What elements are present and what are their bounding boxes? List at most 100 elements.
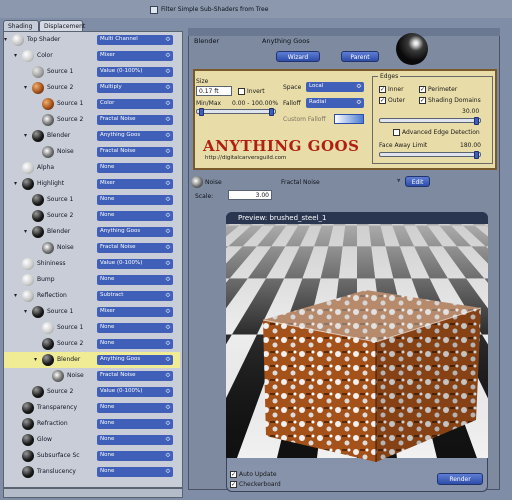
tree-row[interactable]: Noise Fractal Noise [4,240,180,256]
tree-row-shader-dropdown[interactable]: Fractal Noise [97,147,173,157]
inner-checkbox[interactable]: ✓ [379,86,386,93]
tree-row-shader-dropdown[interactable]: Mixer [97,179,173,189]
tree-row-shader-dropdown[interactable]: Value (0-100%) [97,387,173,397]
tree-row[interactable]: Noise Fractal Noise [4,368,180,384]
minmax-max-knob[interactable] [269,108,274,116]
tree-row-shader-dropdown[interactable]: Fractal Noise [97,115,173,125]
tree-row-shader-dropdown[interactable]: Mixer [97,307,173,317]
tree-row[interactable]: Source 2 None [4,208,180,224]
tree-row-shader-dropdown[interactable]: Mixer [97,51,173,61]
tree-row[interactable]: Noise Fractal Noise [4,144,180,160]
tree-row-label: Noise [67,372,84,379]
tree-row[interactable]: Source 2 Fractal Noise [4,112,180,128]
tree-row-shader-dropdown[interactable]: Fractal Noise [97,243,173,253]
tree-row-shader-dropdown[interactable]: Color [97,99,173,109]
tree-row-shader-dropdown[interactable]: Fractal Noise [97,371,173,381]
shader-ball-icon [22,466,34,478]
scale-field[interactable]: 3.00 [228,190,272,200]
filter-simple-checkbox[interactable] [150,6,158,14]
outer-checkbox[interactable]: ✓ [379,97,386,104]
anything-goos-banner: ANYTHING GOOS [203,137,360,155]
expand-toggle-icon[interactable]: ▾ [34,357,40,363]
tree-row[interactable]: ▾ Source 1 Mixer [4,304,180,320]
tree-row[interactable]: Source 1 Color [4,96,180,112]
custom-falloff-curve[interactable] [334,114,364,124]
wizard-button[interactable]: Wizard [276,51,320,62]
tree-row[interactable]: ▾ Top Shader Multi Channel [4,32,180,48]
expand-toggle-icon[interactable]: ▾ [4,37,10,43]
face-away-knob[interactable] [474,151,479,159]
tree-row-shader-dropdown[interactable]: None [97,211,173,221]
tree-row-shader-dropdown[interactable]: Value (0-100%) [97,67,173,77]
tree-row-shader-dropdown[interactable]: Anything Goos [97,355,173,365]
tree-horizontal-scrollbar[interactable] [3,488,183,498]
tree-row[interactable]: Source 1 Value (0-100%) [4,64,180,80]
edge-width-slider[interactable] [379,117,481,125]
expand-toggle-icon[interactable]: ▾ [14,53,20,59]
tree-row[interactable]: Bump None [4,272,180,288]
tree-row[interactable]: Source 1 None [4,192,180,208]
tree-row[interactable]: ▾ Blender Anything Goos [4,224,180,240]
shader-ball-icon [22,290,34,302]
tree-row[interactable]: Alpha None [4,160,180,176]
tree-row-shader-dropdown[interactable]: Anything Goos [97,227,173,237]
space-dropdown[interactable]: Local [306,82,364,92]
expand-toggle-icon[interactable]: ▾ [24,309,30,315]
tree-row[interactable]: ▾ Source 2 Multiply [4,80,180,96]
tree-row-shader-dropdown[interactable]: Value (0-100%) [97,259,173,269]
parent-button[interactable]: Parent [341,51,379,62]
tree-row-label: Blender [47,132,71,139]
tree-row[interactable]: Transparency None [4,400,180,416]
minmax-min-knob[interactable] [199,108,204,116]
edit-noise-button[interactable]: Edit [405,176,430,187]
checkerboard-checkbox[interactable]: ✓ [230,481,237,488]
perimeter-checkbox[interactable]: ✓ [419,86,426,93]
tree-row[interactable]: Refraction None [4,416,180,432]
size-field[interactable]: 0.17 ft [196,86,232,96]
tree-row[interactable]: ▾ Color Mixer [4,48,180,64]
shading-domains-checkbox[interactable]: ✓ [419,97,426,104]
noise-preview-ball [191,176,203,188]
tree-row[interactable]: Translucency None [4,464,180,480]
expand-toggle-icon[interactable]: ▾ [24,85,30,91]
tree-row-shader-dropdown[interactable]: None [97,275,173,285]
tree-row[interactable]: Subsurface Sc None [4,448,180,464]
tree-row-shader-dropdown[interactable]: None [97,195,173,205]
tree-row-shader-dropdown[interactable]: None [97,339,173,349]
tree-row-shader-dropdown[interactable]: Multi Channel [97,35,173,45]
tree-row-shader-dropdown[interactable]: None [97,323,173,333]
tree-row-shader-dropdown[interactable]: None [97,467,173,477]
advanced-edge-checkbox[interactable] [393,129,400,136]
edge-width-knob[interactable] [474,117,479,125]
invert-checkbox[interactable] [238,88,245,95]
minmax-slider[interactable] [196,108,276,116]
tree-row-shader-dropdown[interactable]: None [97,451,173,461]
face-away-value: 180.00 [460,142,481,149]
tree-row[interactable]: ▾ Blender Anything Goos [4,352,180,368]
render-button[interactable]: Render [437,473,483,485]
tree-row[interactable]: ▾ Blender Anything Goos [4,128,180,144]
expand-toggle-icon[interactable]: ▾ [24,133,30,139]
tree-row-shader-dropdown[interactable]: Subtract [97,291,173,301]
expand-toggle-icon[interactable]: ▾ [14,181,20,187]
shader-ball-icon [22,418,34,430]
tree-row[interactable]: Source 1 None [4,320,180,336]
auto-update-checkbox[interactable]: ✓ [230,471,237,478]
expand-toggle-icon[interactable]: ▾ [24,229,30,235]
tree-row[interactable]: ▾ Highlight Mixer [4,176,180,192]
tree-row-shader-dropdown[interactable]: Multiply [97,83,173,93]
tree-row[interactable]: Source 2 None [4,336,180,352]
tree-row-shader-dropdown[interactable]: None [97,419,173,429]
tree-row[interactable]: Shininess Value (0-100%) [4,256,180,272]
tree-row-shader-dropdown[interactable]: None [97,435,173,445]
expand-toggle-icon[interactable]: ▾ [14,293,20,299]
tree-row[interactable]: Glow None [4,432,180,448]
tree-row[interactable]: ▾ Reflection Subtract [4,288,180,304]
collapse-icon[interactable]: ⩔ [397,177,400,185]
tree-row-shader-dropdown[interactable]: Anything Goos [97,131,173,141]
falloff-dropdown[interactable]: Radial [306,98,364,108]
face-away-slider[interactable] [379,151,481,159]
tree-row[interactable]: Source 2 Value (0-100%) [4,384,180,400]
tree-row-shader-dropdown[interactable]: None [97,163,173,173]
tree-row-shader-dropdown[interactable]: None [97,403,173,413]
